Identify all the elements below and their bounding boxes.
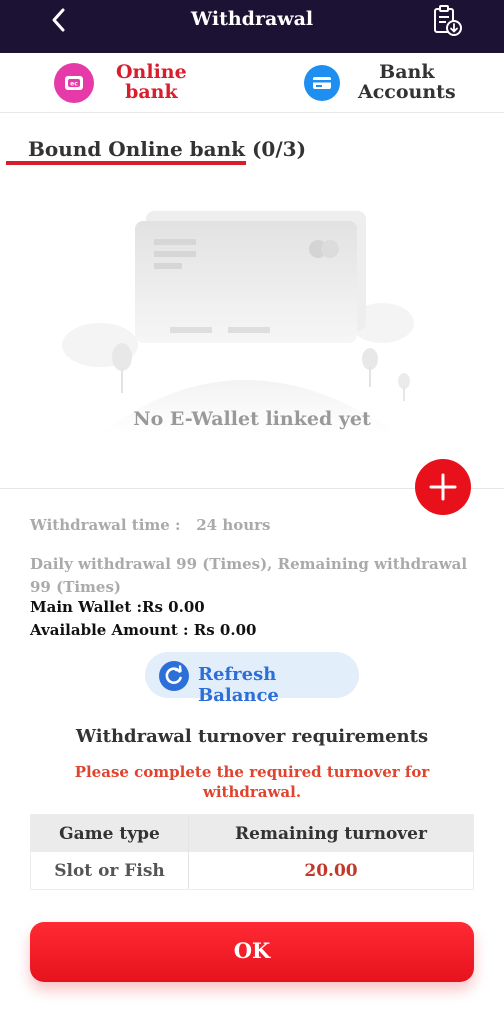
active-tab-indicator — [6, 161, 246, 165]
tab-bank-accounts-label: Bank Accounts — [358, 61, 456, 103]
table-header-row: Game type Remaining turnover — [31, 815, 473, 852]
empty-state-text: No E-Wallet linked yet — [133, 408, 371, 430]
daily-withdrawal-text: Daily withdrawal 99 (Times), Remaining w… — [30, 555, 468, 596]
refresh-balance-label: Refresh Balance — [198, 664, 279, 706]
main-wallet-row: Main Wallet :Rs 0.00 — [30, 598, 205, 616]
tab-online-bank[interactable]: ec Online bank — [6, 53, 246, 113]
plus-icon — [429, 473, 457, 501]
empty-card-illustration — [60, 205, 420, 440]
header-remaining-turnover: Remaining turnover — [235, 823, 427, 844]
clipboard-download-icon — [434, 5, 462, 36]
available-amount-row: Available Amount : Rs 0.00 — [30, 621, 256, 639]
add-wallet-button[interactable] — [415, 459, 471, 515]
main-wallet-label: Main Wallet : — [30, 598, 143, 616]
refresh-balance-button[interactable]: Refresh Balance — [145, 652, 359, 706]
top-bar: Withdrawal — [0, 0, 504, 53]
header-game-type: Game type — [31, 815, 189, 852]
table-row: Slot or Fish 20.00 — [31, 852, 473, 889]
main-wallet-value: Rs 0.00 — [142, 598, 205, 616]
tab-bar: ec Online bank Bank Accounts — [0, 53, 504, 165]
page-title: Withdrawal — [190, 8, 314, 30]
svg-text:ec: ec — [70, 81, 78, 88]
available-amount-label: Available Amount : — [30, 621, 194, 639]
bound-online-bank-title: Bound Online bank (0/3) — [28, 137, 307, 161]
refresh-icon — [159, 661, 189, 691]
withdrawal-time-text: Withdrawal time : 24 hours — [30, 516, 271, 534]
turnover-title: Withdrawal turnover requirements — [75, 726, 429, 747]
available-amount-value: Rs 0.00 — [193, 621, 257, 639]
ok-button[interactable]: OK — [30, 922, 474, 982]
tab-bank-accounts[interactable]: Bank Accounts — [262, 53, 498, 113]
turnover-table: Game type Remaining turnover Slot or Fis… — [30, 814, 474, 890]
remaining-turnover-cell: 20.00 — [304, 860, 358, 881]
tab-online-bank-label: Online bank — [116, 61, 187, 103]
bank-card-icon — [304, 65, 340, 101]
ok-button-label: OK — [233, 938, 271, 963]
game-type-cell: Slot or Fish — [31, 852, 189, 889]
turnover-warning: Please complete the required turnover fo… — [74, 763, 430, 801]
e-wallet-icon: ec — [54, 63, 94, 103]
withdrawal-record-button[interactable] — [430, 4, 466, 38]
